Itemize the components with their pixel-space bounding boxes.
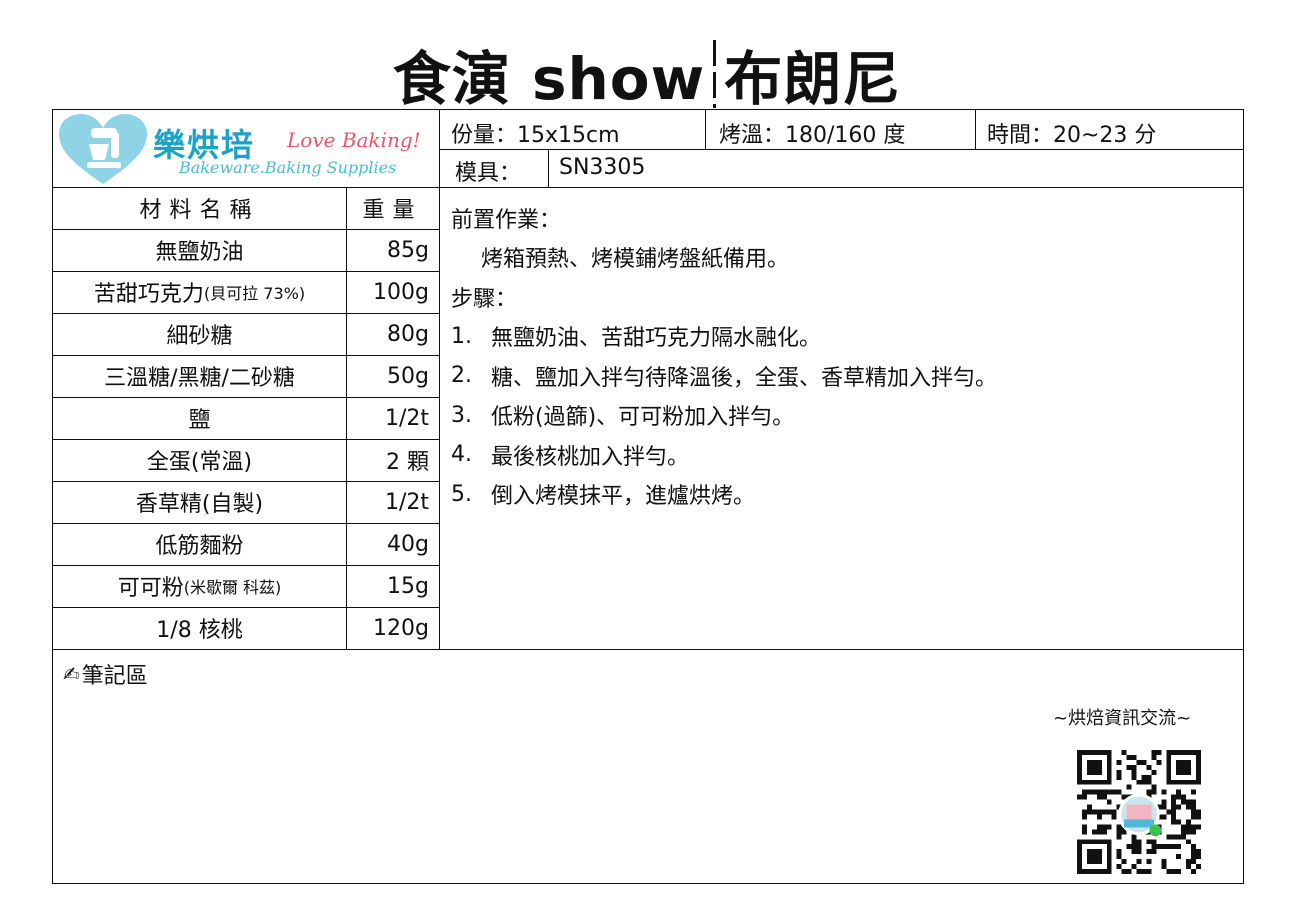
ingredient-row: 三溫糖/黑糖/二砂糖 50g — [53, 355, 439, 397]
step-item: 4. 最後核桃加入拌勻。 — [451, 435, 1241, 475]
step-text: 無鹽奶油、苦甜巧克力隔水融化。 — [491, 326, 822, 352]
ingredient-row: 可可粉 (米歇爾 科茲) 15g — [53, 565, 439, 607]
ingredient-name-text: 三溫糖/黑糖/二砂糖 — [104, 366, 295, 391]
pencil-writing-icon: ✍ — [63, 662, 80, 686]
ingredient-row: 無鹽奶油 85g — [53, 229, 439, 271]
step-item: 3. 低粉(過篩)、可可粉加入拌勻。 — [451, 396, 1241, 436]
ingredient-name: 苦甜巧克力 (貝可拉 73%) — [53, 271, 346, 313]
ingredient-name: 可可粉 (米歇爾 科茲) — [53, 565, 346, 607]
ingredient-qty: 85g — [387, 237, 429, 263]
logo-subtitle: Bakeware.Baking Supplies — [179, 158, 397, 177]
steps-heading: 步驟： — [451, 286, 518, 312]
ingredient-qty: 15g — [387, 573, 429, 599]
ingredient-qty: 80g — [387, 321, 429, 347]
ingredient-qty: 120g — [373, 615, 429, 641]
divider-info-1 — [705, 110, 706, 149]
baking-time: 時間：20~23 分 — [987, 123, 1157, 148]
ingredient-name-text: 香草精(自製) — [135, 492, 264, 517]
ingredient-qty-header: 重量 — [362, 198, 423, 223]
step-number: 3. — [451, 402, 472, 428]
recipe-sheet: 樂烘培 Love Baking! Bakeware.Baking Supplie… — [52, 109, 1244, 884]
ingredient-name: 香草精(自製) — [53, 481, 346, 523]
divider-info — [439, 149, 1243, 150]
prep-text: 烤箱預熱、烤模鋪烤盤紙備用。 — [481, 247, 790, 273]
step-text: 低粉(過篩)、可可粉加入拌勻。 — [491, 405, 795, 431]
step-text: 倒入烤模抹平，進爐烘烤。 — [491, 484, 756, 510]
title-left: 食演 show — [392, 45, 706, 113]
divider-mold — [548, 149, 549, 187]
brand-logo: 樂烘培 Love Baking! Bakeware.Baking Supplie… — [53, 110, 439, 187]
step-text: 糖、鹽加入拌勻待降溫後，全蛋、香草精加入拌勻。 — [491, 365, 998, 391]
ingredient-row: 苦甜巧克力 (貝可拉 73%) 100g — [53, 271, 439, 313]
ingredient-note: (貝可拉 73%) — [203, 284, 306, 303]
ingredient-qty: 100g — [373, 279, 429, 305]
ingredient-name-header: 材料名稱 — [139, 198, 260, 223]
ingredient-name-text: 可可粉 — [117, 576, 184, 601]
step-item: 2. 糖、鹽加入拌勻待降溫後，全蛋、香草精加入拌勻。 — [451, 356, 1241, 396]
notes-section: ✍ 筆記區 — [63, 658, 148, 690]
ingredient-row: 低筋麵粉 40g — [53, 523, 439, 565]
ingredient-row: 1/8 核桃 120g — [53, 607, 439, 649]
mold-label: 模具： — [455, 161, 522, 186]
step-item: 1. 無鹽奶油、苦甜巧克力隔水融化。 — [451, 317, 1241, 357]
ingredients-header: 材料名稱 重量 — [53, 187, 439, 229]
ingredient-name-text: 無鹽奶油 — [155, 240, 244, 265]
divider-notes — [53, 649, 1243, 650]
ingredient-name-text: 苦甜巧克力 — [93, 282, 204, 307]
ingredient-name: 細砂糖 — [53, 313, 346, 355]
notes-label: 筆記區 — [81, 664, 148, 689]
ingredient-name-text: 細砂糖 — [166, 324, 233, 349]
divider-left-right — [439, 110, 440, 649]
ingredient-name: 鹽 — [53, 397, 346, 439]
step-number: 4. — [451, 442, 472, 468]
ingredient-qty: 50g — [387, 363, 429, 389]
ingredient-name: 三溫糖/黑糖/二砂糖 — [53, 355, 346, 397]
qr-code-icon[interactable] — [1077, 750, 1201, 874]
heart-mixer-icon — [59, 114, 147, 184]
mold-value: SN3305 — [559, 155, 646, 180]
ingredient-name-text: 低筋麵粉 — [155, 534, 244, 559]
ingredient-name: 無鹽奶油 — [53, 229, 346, 271]
prep-heading: 前置作業： — [451, 207, 562, 233]
baking-temperature: 烤溫：180/160 度 — [719, 123, 906, 148]
ingredient-name: 全蛋(常溫) — [53, 439, 346, 481]
servings: 份量：15x15cm — [451, 123, 620, 148]
step-number: 2. — [451, 363, 472, 389]
ingredient-name-text: 全蛋(常溫) — [146, 450, 253, 475]
ingredient-qty: 40g — [387, 531, 429, 557]
ingredient-qty: 1/2t — [384, 489, 429, 515]
ingredient-row: 細砂糖 80g — [53, 313, 439, 355]
step-number: 1. — [451, 323, 472, 349]
ingredient-name-text: 1/8 核桃 — [156, 618, 243, 643]
ingredient-qty: 1/2t — [384, 405, 429, 431]
ingredient-note: (米歇爾 科茲) — [183, 578, 282, 597]
step-item: 5. 倒入烤模抹平，進爐烘烤。 — [451, 475, 1241, 515]
qr-label: ~烘焙資訊交流~ — [1053, 708, 1192, 729]
logo-english: Love Baking! — [287, 128, 421, 152]
step-number: 5. — [451, 481, 472, 507]
title-right: 布朗尼 — [724, 45, 902, 113]
ingredient-qty: 2 顆 — [386, 450, 429, 475]
ingredient-row: 全蛋(常溫) 2 顆 — [53, 439, 439, 481]
ingredient-row: 鹽 1/2t — [53, 397, 439, 439]
title-separator — [713, 40, 717, 108]
ingredient-name-text: 鹽 — [188, 408, 211, 433]
divider-info-2 — [975, 110, 976, 149]
step-text: 最後核桃加入拌勻。 — [491, 444, 690, 470]
ingredient-row: 香草精(自製) 1/2t — [53, 481, 439, 523]
instructions: 前置作業： 烤箱預熱、烤模鋪烤盤紙備用。 步驟： 1. 無鹽奶油、苦甜巧克力隔水融… — [451, 198, 1241, 514]
ingredient-name: 1/8 核桃 — [53, 607, 346, 649]
ingredient-name: 低筋麵粉 — [53, 523, 346, 565]
page-title: 食演 show 布朗尼 — [0, 38, 1294, 113]
